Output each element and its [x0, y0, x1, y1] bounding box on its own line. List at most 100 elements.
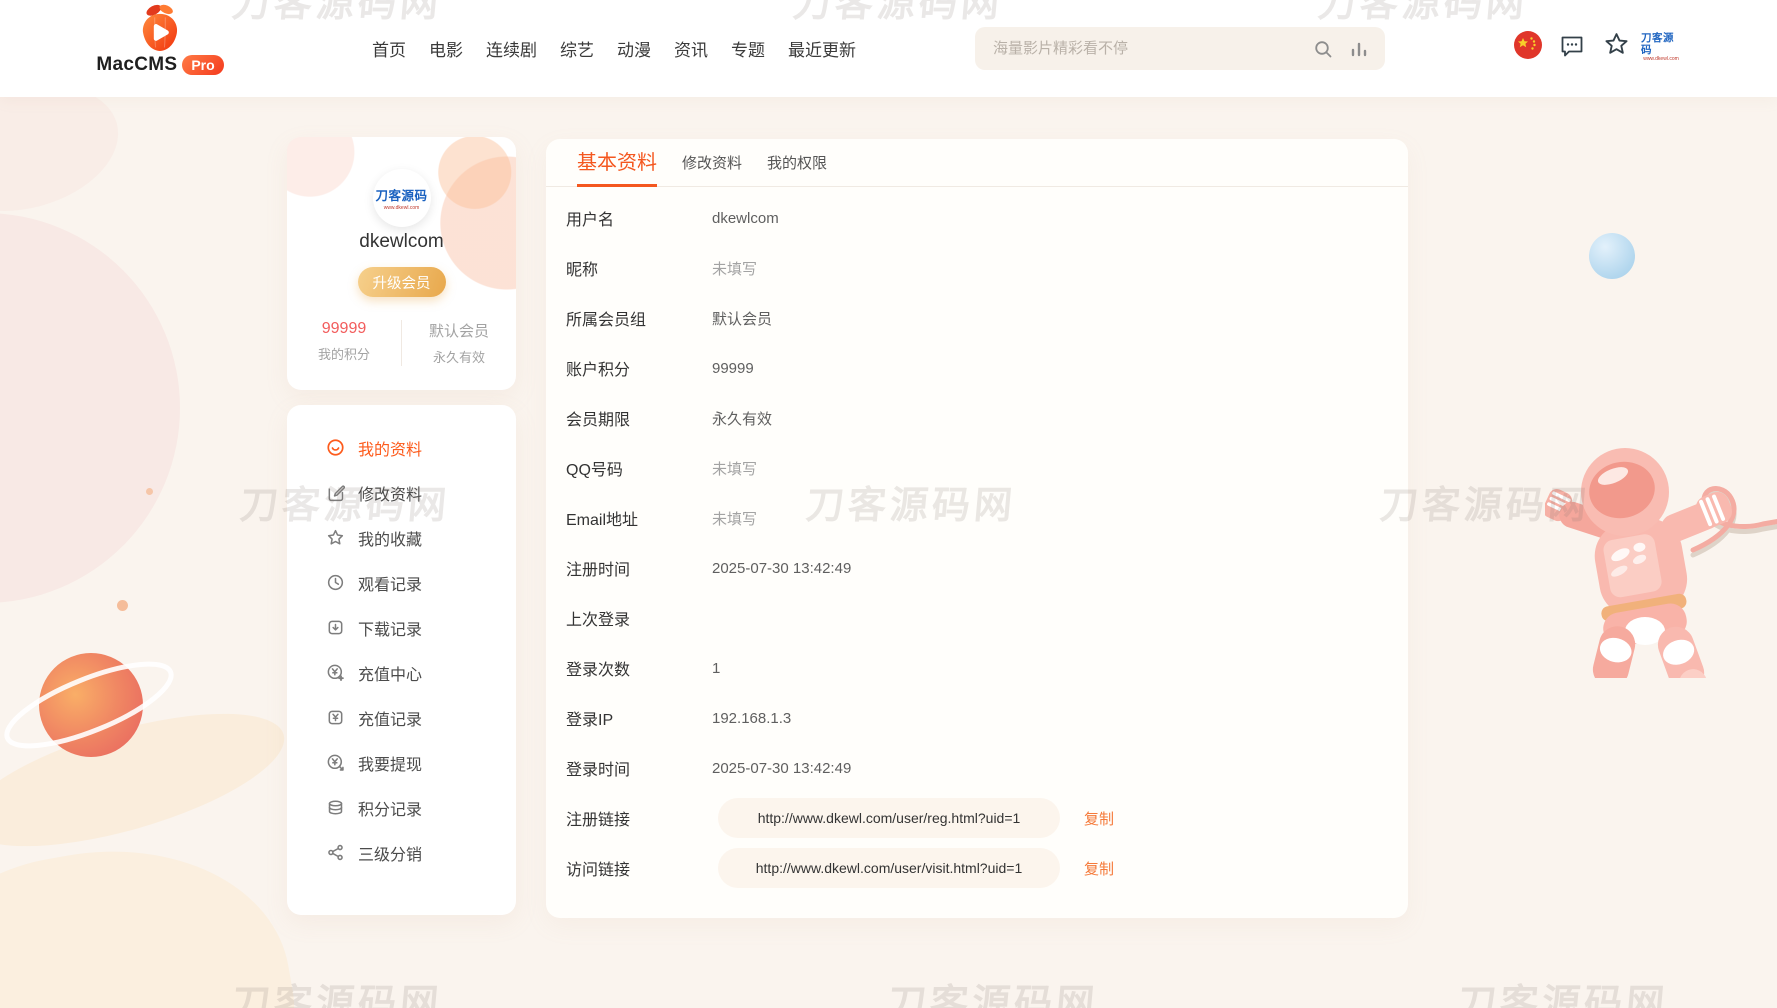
mini-logo-text: 刀客源码	[1641, 33, 1681, 56]
row-label: 访问链接	[566, 856, 712, 880]
star-icon	[326, 528, 345, 547]
row-value: 99999	[712, 360, 754, 377]
mini-logo-subtext: www.dkewl.com	[1643, 57, 1679, 63]
row-account-points: 账户积分 99999	[546, 343, 1408, 393]
nav-item-home[interactable]: 首页	[372, 36, 406, 61]
sidebar-menu: 我的资料 修改资料 我的收藏 观看记录 下载记录	[287, 405, 516, 915]
row-register-time: 注册时间 2025-07-30 13:42:49	[546, 543, 1408, 593]
member-group-label: 永久有效	[402, 347, 516, 366]
message-icon[interactable]	[1559, 33, 1585, 59]
nav-item-news[interactable]: 资讯	[674, 36, 708, 61]
search-input[interactable]	[975, 40, 1313, 57]
points-label: 我的积分	[287, 344, 401, 363]
register-link-input[interactable]	[718, 798, 1060, 838]
tab-basic-info[interactable]: 基本资料	[577, 146, 657, 187]
main-nav: 首页 电影 连续剧 综艺 动漫 资讯 专题 最近更新	[372, 0, 856, 97]
row-value: 永久有效	[712, 408, 772, 429]
profile-rows: 用户名 dkewlcom 昵称 未填写 所属会员组 默认会员 账户积分 9999…	[546, 193, 1408, 893]
china-flag-icon[interactable]	[1514, 31, 1542, 59]
row-value: 2025-07-30 13:42:49	[712, 560, 851, 577]
dkewl-mini-logo[interactable]: 刀客源码 www.dkewl.com	[1641, 33, 1681, 63]
row-value: 未填写	[712, 458, 757, 479]
sidebar-item-favorites[interactable]: 我的收藏	[287, 515, 516, 560]
row-qq: QQ号码 未填写	[546, 443, 1408, 493]
sidebar-item-download-history[interactable]: 下载记录	[287, 605, 516, 650]
profile-card: 刀客源码 www.dkewl.com dkewlcom 升级会员 99999 我…	[287, 137, 516, 390]
row-login-count: 登录次数 1	[546, 643, 1408, 693]
row-value: 2025-07-30 13:42:49	[712, 760, 851, 777]
row-label: 登录时间	[566, 756, 712, 780]
avatar-logo-subtext: www.dkewl.com	[384, 205, 420, 211]
avatar[interactable]: 刀客源码 www.dkewl.com	[373, 169, 431, 227]
row-login-ip: 登录IP 192.168.1.3	[546, 693, 1408, 743]
points-icon	[326, 798, 345, 817]
points-stat: 99999 我的积分	[287, 320, 402, 366]
search-bar	[975, 27, 1385, 70]
row-member-group: 所属会员组 默认会员	[546, 293, 1408, 343]
download-icon	[326, 618, 345, 637]
copy-visit-link-button[interactable]: 复制	[1084, 858, 1114, 879]
row-label: 账户积分	[566, 356, 712, 380]
row-value: 未填写	[712, 258, 757, 279]
nav-item-movies[interactable]: 电影	[429, 36, 463, 61]
astronaut-illustration	[1545, 428, 1777, 678]
orange-dot-decoration	[146, 488, 153, 495]
row-label: Email地址	[566, 506, 712, 530]
sidebar-item-edit-profile[interactable]: 修改资料	[287, 470, 516, 515]
favorite-star-icon[interactable]	[1603, 31, 1630, 58]
search-icon[interactable]	[1313, 39, 1333, 59]
menu-label: 三级分销	[358, 841, 422, 865]
cream-corner-decoration	[0, 821, 311, 1008]
upgrade-member-button[interactable]: 升级会员	[358, 267, 446, 297]
profile-stats: 99999 我的积分 默认会员 永久有效	[287, 320, 516, 366]
site-logo[interactable]: MacCMS Pro	[94, 3, 226, 76]
nav-item-anime[interactable]: 动漫	[617, 36, 651, 61]
menu-label: 充值记录	[358, 706, 422, 730]
menu-label: 我要提现	[358, 751, 422, 775]
sidebar-item-my-profile[interactable]: 我的资料	[287, 425, 516, 470]
sidebar-item-distribution[interactable]: 三级分销	[287, 830, 516, 875]
row-value: 未填写	[712, 508, 757, 529]
sidebar-item-watch-history[interactable]: 观看记录	[287, 560, 516, 605]
nav-item-series[interactable]: 连续剧	[486, 36, 537, 61]
tab-edit-info[interactable]: 修改资料	[682, 152, 742, 186]
page: MacCMS Pro 首页 电影 连续剧 综艺 动漫 资讯 专题 最近更新	[0, 0, 1777, 1008]
sidebar-item-recharge-history[interactable]: 充值记录	[287, 695, 516, 740]
row-label: 昵称	[566, 256, 712, 280]
row-label: 登录次数	[566, 656, 712, 680]
menu-label: 下载记录	[358, 616, 422, 640]
member-group-value: 默认会员	[402, 320, 516, 341]
blue-planet-decoration	[1589, 233, 1635, 279]
smiley-icon	[326, 438, 345, 457]
nav-item-variety[interactable]: 综艺	[560, 36, 594, 61]
ringed-planet-illustration	[0, 617, 196, 787]
row-label: 上次登录	[566, 606, 712, 630]
edit-icon	[326, 483, 345, 502]
row-label: 注册链接	[566, 806, 712, 830]
nav-item-topics[interactable]: 专题	[731, 36, 765, 61]
tab-my-permissions[interactable]: 我的权限	[767, 152, 827, 186]
row-value: 默认会员	[712, 308, 772, 329]
row-username: 用户名 dkewlcom	[546, 193, 1408, 243]
yen-square-icon	[326, 708, 345, 727]
sidebar-item-points-history[interactable]: 积分记录	[287, 785, 516, 830]
visit-link-input[interactable]	[718, 848, 1060, 888]
pink-circle-decoration	[0, 213, 180, 603]
panel-tabs: 基本资料 修改资料 我的权限	[546, 139, 1408, 187]
cream-band-decoration	[0, 686, 297, 873]
sidebar-item-recharge-center[interactable]: 充值中心	[287, 650, 516, 695]
nav-item-latest[interactable]: 最近更新	[788, 36, 856, 61]
sidebar-item-withdraw[interactable]: 我要提现	[287, 740, 516, 785]
row-value: 192.168.1.3	[712, 710, 791, 727]
watermark: 刀客源码网	[886, 984, 1100, 1008]
menu-label: 我的资料	[358, 436, 422, 460]
row-last-login: 上次登录	[546, 593, 1408, 643]
row-register-link: 注册链接 复制	[546, 793, 1408, 843]
copy-register-link-button[interactable]: 复制	[1084, 808, 1114, 829]
row-label: QQ号码	[566, 456, 712, 480]
row-visit-link: 访问链接 复制	[546, 843, 1408, 893]
maccms-apple-icon	[137, 3, 183, 53]
row-login-time: 登录时间 2025-07-30 13:42:49	[546, 743, 1408, 793]
menu-label: 修改资料	[358, 481, 422, 505]
rank-icon[interactable]	[1349, 39, 1369, 59]
